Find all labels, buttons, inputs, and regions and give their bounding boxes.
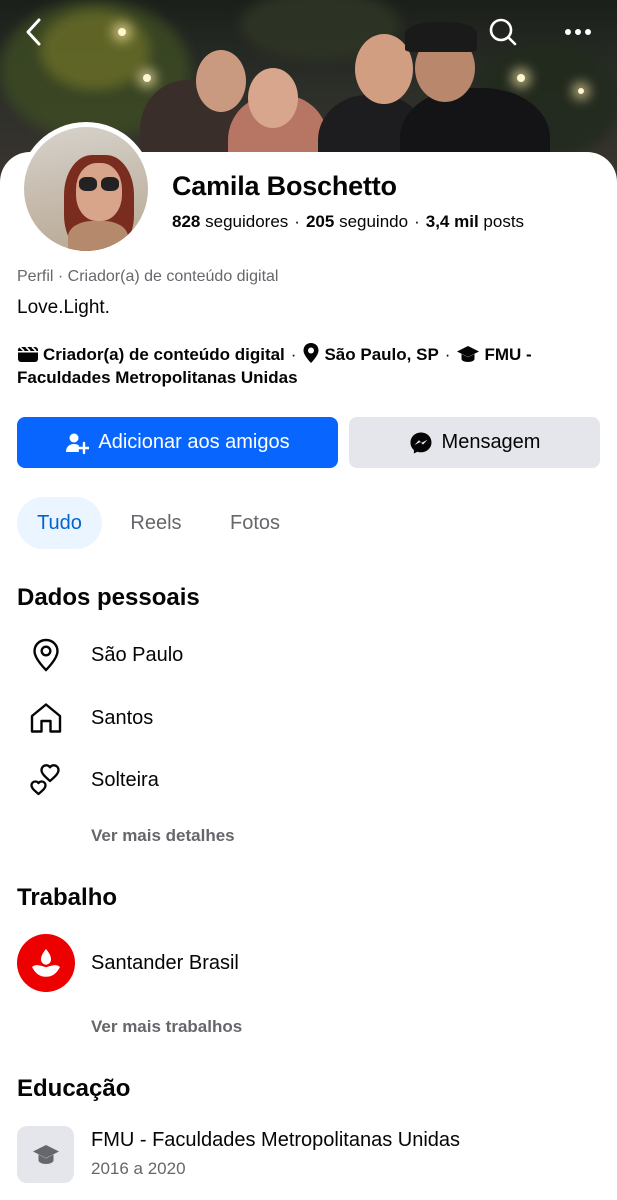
followers-label[interactable]: seguidores bbox=[205, 212, 288, 231]
cover-face bbox=[248, 68, 298, 128]
sunglasses-lens bbox=[79, 177, 97, 191]
cover-foliage-lit bbox=[40, 10, 150, 90]
personal-section-title: Dados pessoais bbox=[17, 584, 200, 611]
education-section-title: Educação bbox=[17, 1075, 131, 1102]
education-years-text: 2016 a 2020 bbox=[91, 1159, 186, 1178]
tab-all[interactable]: Tudo bbox=[17, 497, 102, 549]
sunglasses-lens bbox=[101, 177, 119, 191]
work-section-title: Trabalho bbox=[17, 884, 118, 911]
chevron-left-icon bbox=[26, 18, 41, 46]
cover-light bbox=[517, 74, 525, 82]
home-icon bbox=[17, 693, 75, 743]
personal-city-text: São Paulo bbox=[91, 643, 184, 666]
intro-category: Criador(a) de conteúdo digital bbox=[43, 345, 285, 364]
clapperboard-icon bbox=[18, 346, 38, 362]
search-icon bbox=[489, 18, 517, 46]
followers-count[interactable]: 828 bbox=[172, 212, 200, 231]
personal-hometown-text: Santos bbox=[91, 706, 154, 729]
add-friend-label: Adicionar aos amigos bbox=[98, 431, 290, 453]
following-label[interactable]: seguindo bbox=[339, 212, 408, 231]
graduation-cap-icon bbox=[457, 346, 480, 362]
cover-light bbox=[578, 88, 584, 94]
intro-separator: · bbox=[290, 345, 297, 364]
stats-separator: · bbox=[414, 212, 420, 231]
avatar-face bbox=[76, 163, 122, 221]
posts-count: 3,4 mil bbox=[425, 212, 479, 231]
profile-stats: 828 seguidores · 205 seguindo · 3,4 mil post… bbox=[172, 212, 524, 232]
back-button[interactable] bbox=[14, 12, 54, 52]
profile-subtitle: Perfil · Criador(a) de conteúdo digital bbox=[17, 268, 279, 285]
see-more-details-link[interactable]: Ver mais detalhes bbox=[91, 826, 235, 846]
messenger-icon bbox=[410, 432, 432, 453]
santander-flame-icon bbox=[32, 949, 60, 977]
stats-separator: · bbox=[294, 212, 300, 231]
location-pin-icon bbox=[303, 343, 319, 363]
profile-avatar[interactable] bbox=[19, 122, 153, 256]
cover-cap bbox=[405, 22, 477, 52]
personal-relationship-text: Solteira bbox=[91, 768, 159, 791]
work-row[interactable]: Santander Brasil bbox=[17, 934, 597, 992]
santander-logo bbox=[17, 934, 75, 992]
profile-name: Camila Boschetto bbox=[172, 171, 397, 201]
graduation-cap-icon bbox=[32, 1144, 59, 1164]
see-more-jobs-link[interactable]: Ver mais trabalhos bbox=[91, 1017, 242, 1037]
tab-reels[interactable]: Reels bbox=[116, 497, 196, 549]
personal-row-relationship: Solteira bbox=[17, 755, 597, 805]
location-pin-icon bbox=[17, 630, 75, 680]
personal-row-city: São Paulo bbox=[17, 630, 597, 680]
message-button[interactable]: Mensagem bbox=[349, 417, 600, 468]
cover-face bbox=[196, 50, 246, 112]
cover-light bbox=[143, 74, 151, 82]
search-button[interactable] bbox=[483, 12, 523, 52]
hearts-icon bbox=[17, 755, 75, 805]
posts-label: posts bbox=[483, 212, 525, 231]
work-employer-text: Santander Brasil bbox=[91, 951, 239, 974]
avatar-photo bbox=[24, 127, 148, 251]
intro-details: Criador(a) de conteúdo digital · São Paulo… bbox=[17, 342, 592, 389]
add-friend-icon bbox=[66, 433, 90, 454]
avatar-body bbox=[68, 221, 128, 251]
education-icon-tile[interactable] bbox=[17, 1126, 74, 1183]
education-school-text[interactable]: FMU - Faculdades Metropolitanas Unidas bbox=[91, 1129, 460, 1152]
intro-separator: · bbox=[444, 345, 451, 364]
following-count[interactable]: 205 bbox=[306, 212, 334, 231]
more-dots-icon bbox=[565, 29, 591, 35]
intro-location[interactable]: São Paulo, SP bbox=[324, 345, 438, 364]
add-friend-button[interactable]: Adicionar aos amigos bbox=[17, 417, 338, 468]
personal-row-hometown: Santos bbox=[17, 693, 597, 743]
message-label: Mensagem bbox=[441, 431, 541, 453]
tab-photos[interactable]: Fotos bbox=[212, 497, 298, 549]
cover-light bbox=[118, 28, 126, 36]
more-options-button[interactable] bbox=[558, 12, 598, 52]
profile-bio: Love.Light. bbox=[17, 297, 110, 318]
